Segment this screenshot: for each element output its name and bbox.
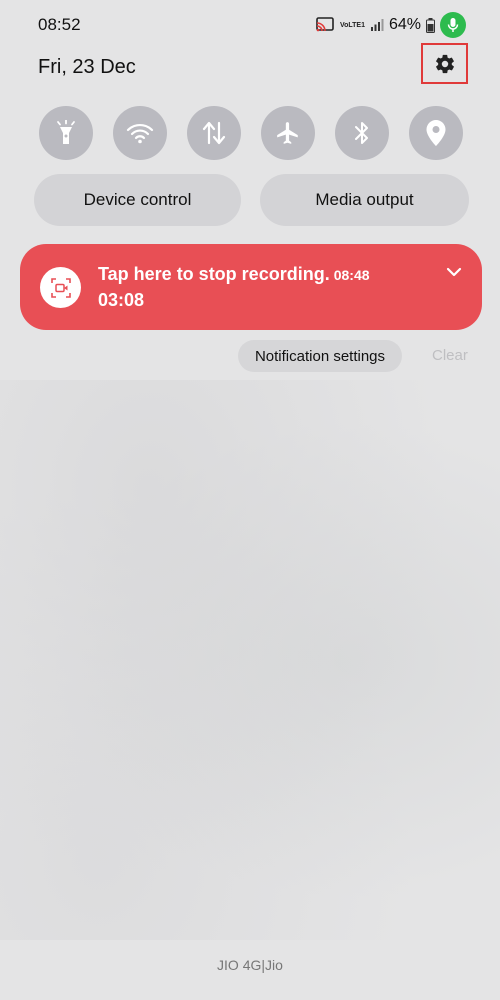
toggle-flashlight[interactable] [39, 106, 93, 160]
toggle-location[interactable] [409, 106, 463, 160]
device-control-label: Device control [83, 190, 192, 209]
data-arrows-icon [202, 121, 226, 145]
battery-icon [426, 17, 435, 33]
notification-settings-button[interactable]: Notification settings [238, 340, 402, 372]
signal-icon [370, 18, 384, 32]
wifi-icon [126, 123, 154, 144]
status-time: 08:52 [38, 15, 81, 34]
status-bar: 08:52 VoLTE1 64% [0, 0, 500, 48]
bluetooth-icon [355, 122, 368, 144]
notification-time: 08:48 [333, 267, 370, 283]
date-label: Fri, 23 Dec [38, 56, 136, 78]
clear-button[interactable]: Clear [432, 347, 468, 364]
toggle-bluetooth[interactable] [335, 106, 389, 160]
volte-icon: VoLTE1 [340, 22, 365, 29]
mic-icon [440, 12, 466, 38]
recording-duration: 03:08 [98, 290, 145, 310]
airplane-icon [277, 122, 298, 144]
flashlight-icon [57, 120, 75, 144]
notification-title: Tap here to stop recording. [98, 264, 330, 284]
toggle-mobile-data[interactable] [187, 106, 241, 160]
recording-notification[interactable]: Tap here to stop recording. 08:48 03:08 [20, 244, 482, 330]
gear-icon [435, 54, 454, 73]
notification-title-row: Tap here to stop recording. 08:48 [98, 264, 370, 285]
status-icons: VoLTE1 64% [315, 11, 466, 39]
media-output-label: Media output [315, 190, 414, 209]
toggle-wifi[interactable] [113, 106, 167, 160]
notification-settings-label: Notification settings [254, 347, 386, 365]
settings-button[interactable] [421, 43, 468, 84]
battery-percent: 64% [388, 16, 421, 33]
volte-label: VoLTE1 [339, 21, 365, 29]
carrier-label: JIO 4G|Jio [217, 957, 283, 973]
screen-cast-icon [315, 17, 335, 33]
device-control-button[interactable]: Device control [34, 174, 241, 226]
toggle-airplane-mode[interactable] [261, 106, 315, 160]
blurred-background [0, 380, 500, 940]
location-pin-icon [426, 120, 446, 146]
quick-toggles [39, 106, 464, 160]
media-output-button[interactable]: Media output [260, 174, 469, 226]
chevron-down-icon[interactable] [446, 266, 462, 278]
screen-record-icon [40, 267, 81, 308]
